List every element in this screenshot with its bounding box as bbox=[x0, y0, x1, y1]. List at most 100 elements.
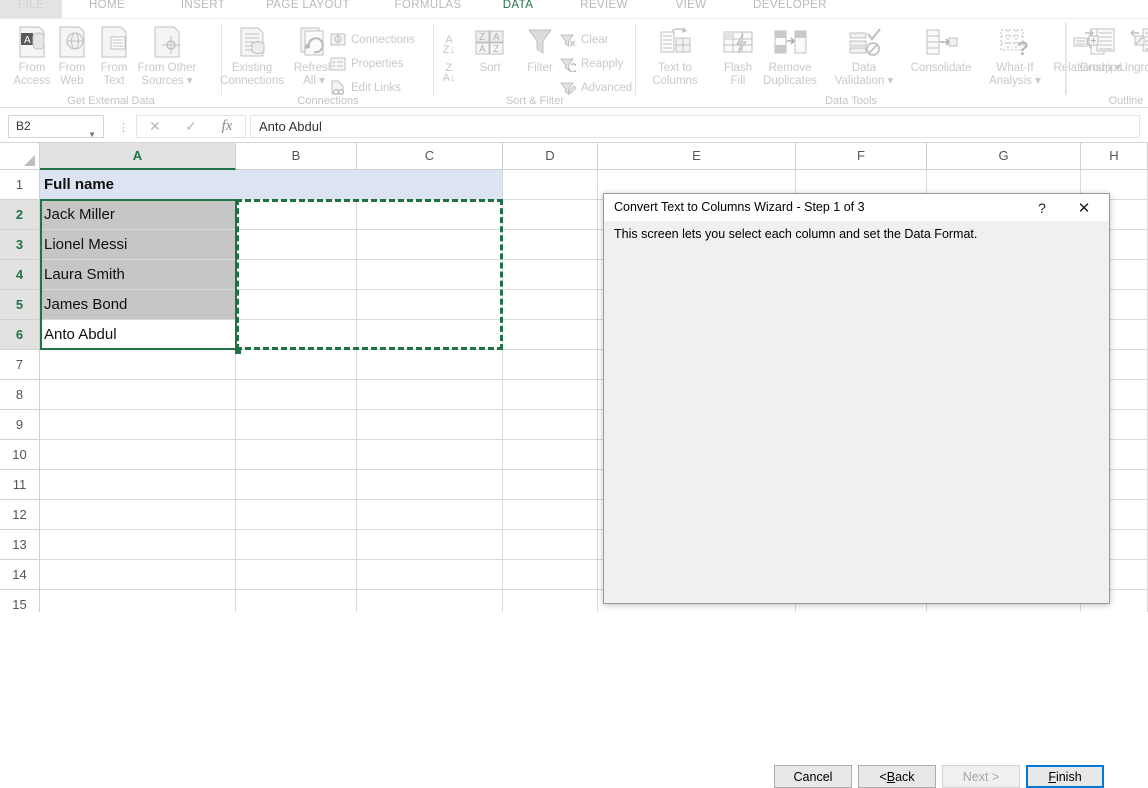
grid-cell[interactable] bbox=[357, 500, 503, 530]
grid-cell[interactable] bbox=[503, 290, 598, 320]
grid-cell[interactable] bbox=[40, 560, 236, 590]
grid-cell[interactable] bbox=[357, 590, 503, 612]
grid-cell[interactable] bbox=[503, 230, 598, 260]
cancel-entry-icon[interactable]: ✕ bbox=[137, 118, 173, 135]
back-button[interactable]: < Back bbox=[858, 765, 936, 788]
grid-cell[interactable] bbox=[236, 380, 357, 410]
insert-function-icon[interactable]: fx bbox=[209, 118, 245, 135]
ribbon-tab-review[interactable]: REVIEW bbox=[566, 0, 642, 18]
ribbon-tab-page-layout[interactable]: PAGE LAYOUT bbox=[252, 0, 364, 18]
dialog-title-bar[interactable]: Convert Text to Columns Wizard - Step 1 … bbox=[604, 194, 1109, 222]
ribbon-tab-developer[interactable]: DEVELOPER bbox=[738, 0, 842, 18]
grid-cell[interactable] bbox=[236, 440, 357, 470]
row-header-10[interactable]: 10 bbox=[0, 440, 40, 470]
row-header-13[interactable]: 13 bbox=[0, 530, 40, 560]
grid-cell[interactable] bbox=[503, 590, 598, 612]
column-header-F[interactable]: F bbox=[796, 143, 927, 170]
grid-cell[interactable] bbox=[236, 230, 357, 260]
grid-cell[interactable] bbox=[503, 560, 598, 590]
close-icon[interactable]: ✕ bbox=[1069, 199, 1099, 219]
grid-cell[interactable] bbox=[357, 440, 503, 470]
ribbon-tab-data[interactable]: DATA bbox=[490, 0, 546, 18]
grid-cell[interactable] bbox=[357, 290, 503, 320]
grid-cell[interactable] bbox=[503, 530, 598, 560]
ribbon-button-text-to-columns[interactable]: Text to Columns bbox=[644, 25, 706, 88]
row-header-8[interactable]: 8 bbox=[0, 380, 40, 410]
row-header-5[interactable]: 5 bbox=[0, 290, 40, 320]
ribbon-button-consolidate[interactable]: Consolidate bbox=[902, 25, 980, 75]
ribbon-button-ungroup[interactable]: Ungroup ▾ bbox=[1118, 25, 1148, 75]
ribbon-tab-view[interactable]: VIEW bbox=[660, 0, 722, 18]
grid-cell[interactable] bbox=[236, 500, 357, 530]
grid-cell[interactable] bbox=[40, 530, 236, 560]
grid-cell[interactable] bbox=[357, 350, 503, 380]
column-header-D[interactable]: D bbox=[503, 143, 598, 170]
grid-cell[interactable] bbox=[503, 320, 598, 350]
grid-cell[interactable] bbox=[236, 320, 357, 350]
row-header-2[interactable]: 2 bbox=[0, 200, 40, 230]
grid-cell[interactable] bbox=[357, 530, 503, 560]
grid-cell-filled[interactable]: Lionel Messi bbox=[40, 230, 236, 260]
help-icon[interactable]: ? bbox=[1031, 199, 1053, 219]
grid-cell[interactable] bbox=[40, 350, 236, 380]
grid-cell[interactable] bbox=[357, 470, 503, 500]
grid-cell[interactable] bbox=[236, 470, 357, 500]
grid-cell[interactable] bbox=[40, 410, 236, 440]
grid-cell[interactable] bbox=[357, 320, 503, 350]
grid-cell[interactable] bbox=[503, 350, 598, 380]
row-header-12[interactable]: 12 bbox=[0, 500, 40, 530]
grid-cell-filled[interactable]: James Bond bbox=[40, 290, 236, 320]
grid-cell[interactable] bbox=[236, 290, 357, 320]
grid-cell-filled[interactable]: Anto Abdul bbox=[40, 320, 236, 350]
grid-cell[interactable] bbox=[40, 500, 236, 530]
column-header-H[interactable]: H bbox=[1081, 143, 1148, 170]
grid-cell[interactable] bbox=[236, 590, 357, 612]
grid-cell[interactable] bbox=[236, 350, 357, 380]
row-header-6[interactable]: 6 bbox=[0, 320, 40, 350]
grid-cell[interactable] bbox=[503, 200, 598, 230]
grid-cell-filled[interactable]: Full name bbox=[40, 170, 503, 200]
grid-cell[interactable] bbox=[357, 230, 503, 260]
grid-cell[interactable] bbox=[503, 380, 598, 410]
row-header-4[interactable]: 4 bbox=[0, 260, 40, 290]
grid-cell[interactable] bbox=[236, 410, 357, 440]
ribbon-button-clear[interactable]: Clear bbox=[560, 29, 608, 50]
confirm-entry-icon[interactable]: ✓ bbox=[173, 118, 209, 135]
grid-cell[interactable] bbox=[503, 170, 598, 200]
grid-cell[interactable] bbox=[503, 440, 598, 470]
ribbon-button-data-validation[interactable]: Data Validation ▾ bbox=[828, 25, 900, 88]
chevron-down-icon[interactable]: ▼ bbox=[88, 124, 96, 145]
grid-cell[interactable] bbox=[40, 590, 236, 612]
formula-input[interactable]: Anto Abdul bbox=[250, 115, 1140, 138]
column-header-C[interactable]: C bbox=[357, 143, 503, 170]
grid-cell-filled[interactable]: Jack Miller bbox=[40, 200, 236, 230]
ribbon-button-connections[interactable]: Connections bbox=[330, 29, 415, 50]
ribbon-button-existing-connections[interactable]: Existing Connections bbox=[206, 25, 298, 88]
ribbon-button-what-if-analysis[interactable]: ?What-If Analysis ▾ bbox=[984, 25, 1046, 88]
row-header-3[interactable]: 3 bbox=[0, 230, 40, 260]
ribbon-button-reapply[interactable]: Reapply bbox=[560, 53, 623, 74]
grid-cell[interactable] bbox=[503, 410, 598, 440]
row-header-11[interactable]: 11 bbox=[0, 470, 40, 500]
grid-cell[interactable] bbox=[357, 560, 503, 590]
row-header-9[interactable]: 9 bbox=[0, 410, 40, 440]
name-box[interactable]: B2 ▼ bbox=[8, 115, 104, 138]
column-header-E[interactable]: E bbox=[598, 143, 796, 170]
grid-cell[interactable] bbox=[236, 530, 357, 560]
grid-cell[interactable] bbox=[357, 410, 503, 440]
ribbon-tab-file[interactable]: FILE bbox=[0, 0, 62, 18]
row-header-1[interactable]: 1 bbox=[0, 170, 40, 200]
row-header-15[interactable]: 15 bbox=[0, 590, 40, 612]
grid-cell[interactable] bbox=[503, 500, 598, 530]
grid-cell[interactable] bbox=[236, 560, 357, 590]
grid-cell[interactable] bbox=[357, 380, 503, 410]
ribbon-button-from-other-sources[interactable]: From Other Sources ▾ bbox=[126, 25, 208, 88]
grid-cell[interactable] bbox=[40, 440, 236, 470]
select-all-corner[interactable] bbox=[0, 143, 40, 170]
sort-descending-icon[interactable]: ZA↓ bbox=[438, 63, 460, 83]
grid-cell[interactable] bbox=[357, 260, 503, 290]
grid-cell[interactable] bbox=[503, 260, 598, 290]
row-header-14[interactable]: 14 bbox=[0, 560, 40, 590]
column-header-B[interactable]: B bbox=[236, 143, 357, 170]
ribbon-tab-formulas[interactable]: FORMULAS bbox=[380, 0, 476, 18]
